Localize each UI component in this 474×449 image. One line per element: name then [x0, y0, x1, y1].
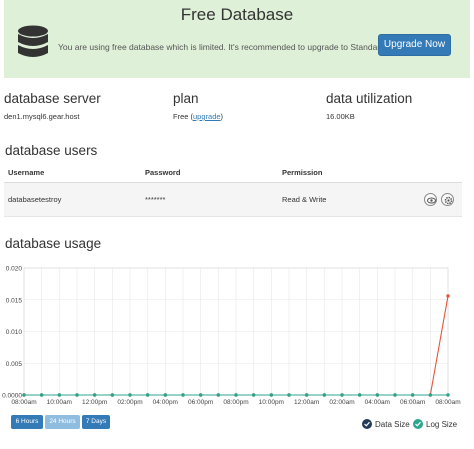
y-tick-label: 0.005	[6, 361, 23, 368]
view-password-icon[interactable]	[424, 193, 437, 206]
column-username: Username	[8, 168, 45, 177]
data-point	[128, 393, 132, 397]
x-tick-label: 10:00am	[47, 399, 72, 406]
data-point	[110, 393, 115, 397]
x-tick-label: 08:00am	[11, 399, 36, 406]
data-point	[22, 393, 26, 397]
legend-log-size[interactable]: Log Size	[413, 419, 457, 429]
data-point	[322, 393, 327, 397]
data-point	[357, 393, 362, 397]
upgrade-link[interactable]: upgrade	[193, 112, 221, 121]
data-point	[198, 393, 203, 397]
data-point	[181, 393, 185, 397]
usage-chart: 0.020 0.015 0.010 0.005 0.0000 08:00am 10:00am…	[0, 262, 474, 410]
data-point	[428, 393, 433, 397]
check-icon	[362, 419, 372, 429]
data-utilization-heading: data utilization	[326, 91, 413, 106]
x-tick-label: 06:00am	[400, 399, 425, 406]
username-cell: databasetestroy	[8, 195, 62, 204]
check-icon	[413, 419, 423, 429]
data-point	[234, 393, 238, 397]
x-tick-label: 06:00pm	[188, 399, 213, 406]
settings-gear-icon[interactable]	[441, 193, 454, 206]
plan-name: Free	[173, 112, 189, 121]
data-point	[251, 393, 256, 397]
data-utilization-info: data utilization 16.00KB	[326, 91, 412, 121]
data-point	[269, 393, 274, 397]
data-point	[92, 393, 97, 397]
x-tick-label: 08:00pm	[223, 399, 248, 406]
users-table-header: Username Password Permission	[4, 163, 462, 183]
x-tick-label: 04:00pm	[153, 399, 178, 406]
range-24-hours-button[interactable]: 24 Hours	[45, 415, 80, 429]
data-point	[287, 393, 291, 397]
data-point	[39, 393, 44, 397]
x-tick-label: 04:00am	[365, 399, 390, 406]
database-server-info: database server den1.mysql6.gear.host	[4, 91, 101, 121]
permission-cell: Read & Write	[282, 195, 327, 204]
data-point	[375, 393, 380, 397]
x-tick-label: 10:00pm	[259, 399, 284, 406]
banner-message: You are using free database which is lim…	[58, 42, 388, 52]
plan-info: plan Free (upgrade)	[173, 91, 223, 121]
database-server-heading: database server	[4, 91, 101, 106]
upgrade-banner: Free Database You are using free databas…	[4, 0, 470, 78]
y-tick-label: 0.020	[6, 266, 23, 273]
range-6-hours-button[interactable]: 6 Hours	[11, 415, 43, 429]
data-utilization-value: 16.00KB	[326, 112, 355, 121]
database-icon	[18, 25, 48, 57]
data-point	[446, 294, 450, 298]
x-tick-label: 02:00am	[329, 399, 354, 406]
data-point	[145, 393, 150, 397]
legend-data-size-label: Data Size	[375, 420, 410, 429]
data-point	[446, 393, 450, 397]
data-point	[410, 393, 415, 397]
table-row: databasetestroy ******* Read & Write	[4, 183, 462, 217]
password-cell: *******	[145, 195, 166, 204]
data-point	[304, 393, 309, 397]
usage-chart-svg: 0.0200.0150.0100.0050.000008:00am 10:00am…	[2, 266, 461, 407]
column-password: Password	[145, 168, 181, 177]
users-table: Username Password Permission databasetes…	[4, 163, 462, 217]
upgrade-now-button[interactable]: Upgrade Now	[378, 34, 451, 56]
x-tick-label: 12:00pm	[82, 399, 107, 406]
legend-data-size[interactable]: Data Size	[362, 419, 410, 429]
plan-heading: plan	[173, 91, 199, 106]
data-point	[216, 393, 221, 397]
x-tick-label: 12:00am	[294, 399, 319, 406]
data-point	[393, 393, 397, 397]
data-point	[57, 393, 62, 397]
y-tick-label: 0.010	[6, 329, 23, 336]
column-permission: Permission	[282, 168, 323, 177]
banner-title: Free Database	[180, 5, 294, 24]
data-point	[75, 393, 79, 397]
database-server-value: den1.mysql6.gear.host	[4, 112, 80, 121]
y-tick-label: 0.015	[6, 297, 23, 304]
x-tick-label: 02:00pm	[117, 399, 142, 406]
data-point	[163, 393, 168, 397]
database-usage-title: database usage	[5, 236, 102, 251]
plan-value: Free (upgrade)	[173, 112, 224, 121]
range-7-days-button[interactable]: 7 Days	[82, 415, 110, 429]
database-users-title: database users	[5, 143, 98, 158]
x-tick-label: 08:00am	[435, 399, 460, 406]
data-point	[340, 393, 344, 397]
legend-log-size-label: Log Size	[426, 420, 458, 429]
